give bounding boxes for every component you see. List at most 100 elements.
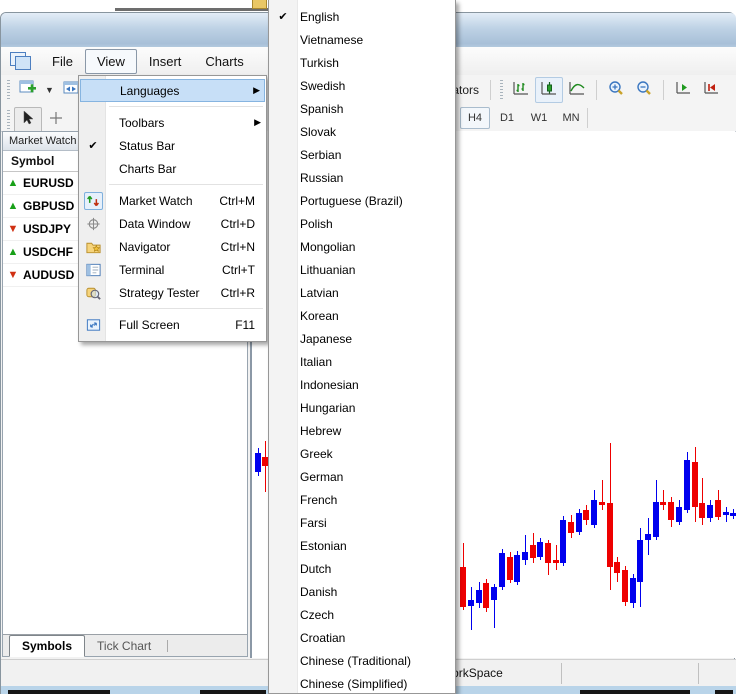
language-item-polish[interactable]: Polish — [269, 212, 455, 235]
crosshair-button[interactable] — [42, 107, 70, 133]
cursor-buttons — [14, 107, 70, 133]
crosshair-icon — [47, 110, 65, 131]
new-chart-icon — [19, 80, 37, 101]
toolbar-grip[interactable] — [500, 80, 503, 100]
language-item-english[interactable]: ✔English — [269, 5, 455, 28]
toolbar-grip[interactable] — [7, 110, 10, 130]
menu-shortcut: Ctrl+M — [219, 194, 265, 208]
language-item-greek[interactable]: Greek — [269, 442, 455, 465]
candle-body — [507, 557, 513, 580]
menu-item-label: Status Bar — [106, 139, 175, 153]
language-item-hebrew[interactable]: Hebrew — [269, 419, 455, 442]
language-item-french[interactable]: French — [269, 488, 455, 511]
candle-body — [530, 545, 536, 558]
language-item-chinese-simplified[interactable]: Chinese (Simplified) — [269, 672, 455, 694]
candle-body — [553, 560, 559, 563]
language-item-danish[interactable]: Danish — [269, 580, 455, 603]
menu-shortcut: Ctrl+D — [221, 217, 265, 231]
language-item-chinese-traditional[interactable]: Chinese (Traditional) — [269, 649, 455, 672]
view-menu-item-market-watch[interactable]: Market WatchCtrl+M — [80, 189, 265, 212]
language-item-hungarian[interactable]: Hungarian — [269, 396, 455, 419]
language-label: Farsi — [297, 516, 327, 530]
screen: FileViewInsertChartsTools ▼ Indicators H… — [0, 0, 737, 694]
view-menu-item-full-screen[interactable]: Full ScreenF11 — [80, 313, 265, 336]
menu-separator — [109, 184, 263, 185]
language-item-czech[interactable]: Czech — [269, 603, 455, 626]
view-menu-item-terminal[interactable]: TerminalCtrl+T — [80, 258, 265, 281]
candlestick-button[interactable] — [535, 77, 563, 103]
language-label: Spanish — [297, 102, 343, 116]
menu-item-insert[interactable]: Insert — [137, 49, 194, 74]
candle-body — [483, 583, 489, 608]
up-arrow-icon: ▲ — [3, 246, 23, 258]
bar-chart-button[interactable] — [507, 77, 535, 103]
candle-wick — [663, 490, 664, 510]
candle-body — [715, 500, 721, 517]
menu-item-charts[interactable]: Charts — [193, 49, 255, 74]
view-menu-item-navigator[interactable]: NavigatorCtrl+N — [80, 235, 265, 258]
submenu-arrow-icon: ▶ — [253, 85, 260, 96]
line-chart-button[interactable] — [563, 77, 591, 103]
language-item-slovak[interactable]: Slovak — [269, 120, 455, 143]
language-label: Hebrew — [297, 424, 341, 438]
taskbar-fragment — [580, 690, 690, 694]
zoom-out-icon — [635, 80, 653, 101]
language-item-indonesian[interactable]: Indonesian — [269, 373, 455, 396]
candle-wick — [602, 480, 603, 510]
language-item-estonian[interactable]: Estonian — [269, 534, 455, 557]
tab-symbols[interactable]: Symbols — [9, 635, 85, 657]
language-item-mongolian[interactable]: Mongolian — [269, 235, 455, 258]
background-window-edge — [115, 8, 273, 11]
menu-item-view[interactable]: View — [85, 49, 137, 74]
candle-body — [537, 542, 543, 557]
view-menu-item-status-bar[interactable]: ✔Status Bar — [80, 134, 265, 157]
menu-shortcut: F11 — [235, 318, 265, 332]
language-item-vietnamese[interactable]: Vietnamese — [269, 28, 455, 51]
language-item-italian[interactable]: Italian — [269, 350, 455, 373]
zoom-in-button[interactable] — [602, 77, 630, 103]
timeframe-button-h4[interactable]: H4 — [460, 107, 490, 129]
chevron-down-icon[interactable]: ▼ — [42, 85, 57, 95]
language-item-lithuanian[interactable]: Lithuanian — [269, 258, 455, 281]
taskbar-fragment — [200, 690, 266, 694]
cursor-button[interactable] — [14, 107, 42, 133]
new-chart-button[interactable] — [14, 77, 42, 103]
zoom-out-button[interactable] — [630, 77, 658, 103]
timeframe-button-mn[interactable]: MN — [556, 107, 586, 129]
step-to-end-button[interactable] — [697, 77, 725, 103]
toolbar-separator — [596, 80, 597, 100]
candle-wick — [556, 545, 557, 570]
language-item-japanese[interactable]: Japanese — [269, 327, 455, 350]
language-label: Chinese (Simplified) — [297, 677, 407, 691]
language-item-latvian[interactable]: Latvian — [269, 281, 455, 304]
language-item-croatian[interactable]: Croatian — [269, 626, 455, 649]
language-item-turkish[interactable]: Turkish — [269, 51, 455, 74]
language-item-korean[interactable]: Korean — [269, 304, 455, 327]
view-menu-item-languages[interactable]: Languages▶ — [80, 79, 265, 102]
language-item-dutch[interactable]: Dutch — [269, 557, 455, 580]
toolbar-grip[interactable] — [7, 80, 10, 100]
language-item-swedish[interactable]: Swedish — [269, 74, 455, 97]
menu-item-file[interactable]: File — [40, 49, 85, 74]
language-item-spanish[interactable]: Spanish — [269, 97, 455, 120]
tab-tick-chart[interactable]: Tick Chart — [85, 636, 163, 656]
language-item-portuguese-brazil[interactable]: Portuguese (Brazil) — [269, 189, 455, 212]
timeframe-button-w1[interactable]: W1 — [524, 107, 554, 129]
language-item-german[interactable]: German — [269, 465, 455, 488]
step-forward-button[interactable] — [669, 77, 697, 103]
view-menu-item-data-window[interactable]: Data Window Ctrl+D — [80, 212, 265, 235]
navigator-icon — [80, 239, 106, 255]
timeframe-button-d1[interactable]: D1 — [492, 107, 522, 129]
language-label: Japanese — [297, 332, 352, 346]
cursor-icon — [19, 110, 37, 131]
view-menu-item-toolbars[interactable]: Toolbars▶ — [80, 111, 265, 134]
language-item-serbian[interactable]: Serbian — [269, 143, 455, 166]
menu-item-label: Data Window — [106, 217, 190, 231]
view-menu-item-strategy-tester[interactable]: Strategy TesterCtrl+R — [80, 281, 265, 304]
toolbar-main-left: ▼ — [3, 77, 85, 103]
language-item-russian[interactable]: Russian — [269, 166, 455, 189]
candle-body — [645, 534, 651, 540]
language-item-farsi[interactable]: Farsi — [269, 511, 455, 534]
view-menu-item-charts-bar[interactable]: Charts Bar — [80, 157, 265, 180]
candle-body — [707, 505, 713, 518]
